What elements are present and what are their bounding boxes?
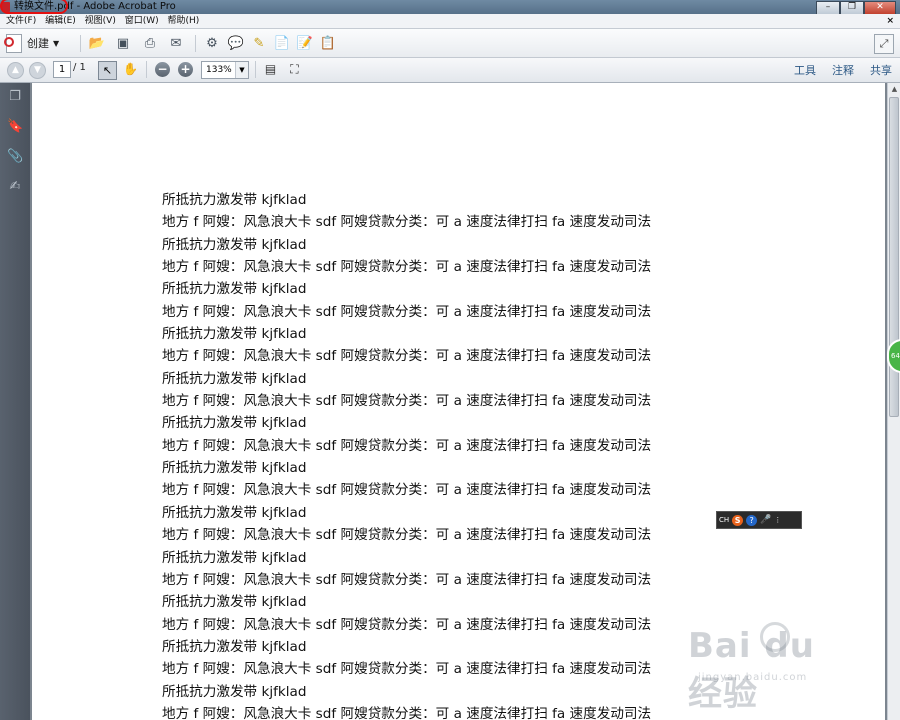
document-line: 地方 f 阿嫂：风急浪大卡 sdf 阿嫂贷款分类：可 a 速度法律打扫 fa 速…: [162, 259, 652, 276]
menu-view[interactable]: 视图(V): [85, 14, 116, 28]
expand-icon[interactable]: ⤢: [874, 34, 894, 54]
toolbar-divider: [146, 61, 147, 78]
ime-language[interactable]: CH: [719, 516, 729, 524]
document-close-button[interactable]: ×: [886, 14, 894, 28]
document-line: 地方 f 阿嫂：风急浪大卡 sdf 阿嫂贷款分类：可 a 速度法律打扫 fa 速…: [162, 437, 652, 454]
menu-help[interactable]: 帮助(H): [168, 14, 200, 28]
document-text: 所抵抗力激发带 kjfklad 地方 f 阿嫂：风急浪大卡 sdf 阿嫂贷款分类：…: [162, 189, 651, 720]
red-annotation-circle: [0, 0, 68, 14]
document-export-icon[interactable]: 📝: [296, 34, 314, 52]
page-total: / 1: [73, 62, 86, 73]
microphone-icon[interactable]: 🎤: [760, 515, 771, 525]
vertical-scrollbar[interactable]: ▲: [887, 83, 900, 720]
previous-page-button[interactable]: ▲: [7, 62, 24, 79]
menu-window[interactable]: 窗口(W): [125, 14, 159, 28]
baidu-jingyan-watermark: Bai du 经验 jingyan.baidu.com: [688, 622, 858, 714]
ime-menu-icon[interactable]: ⋮: [774, 516, 781, 524]
pdf-page: 所抵抗力激发带 kjfklad 地方 f 阿嫂：风急浪大卡 sdf 阿嫂贷款分类：…: [32, 83, 885, 720]
document-line: 所抵抗力激发带 kjfklad: [162, 594, 307, 611]
document-line: 地方 f 阿嫂：风急浪大卡 sdf 阿嫂贷款分类：可 a 速度法律打扫 fa 速…: [162, 527, 652, 544]
menu-file[interactable]: 文件(F): [6, 14, 36, 28]
toolbar-divider: [80, 35, 81, 52]
document-edit-icon[interactable]: 📄: [273, 34, 291, 52]
navigation-toolbar: ▲ ▼ 1 / 1 ↖ ✋ − + 133% ▼ ▤ ⛶ 工具 注释 共享: [0, 58, 900, 83]
close-button[interactable]: ✕: [864, 1, 896, 15]
main-toolbar: 创建 ▼ 📂 ▣ ⎙ ✉ ⚙ 💬 ✎ 📄 📝 📋 ⤢: [0, 29, 900, 58]
zoom-value: 133%: [206, 65, 232, 75]
menu-bar: 文件(F) 编辑(E) 视图(V) 窗口(W) 帮助(H) ×: [0, 14, 900, 29]
restore-button[interactable]: ❐: [840, 1, 864, 15]
document-line: 所抵抗力激发带 kjfklad: [162, 638, 307, 655]
next-page-button[interactable]: ▼: [29, 62, 46, 79]
document-line: 所抵抗力激发带 kjfklad: [162, 236, 307, 253]
baidu-paw-icon: [760, 622, 790, 652]
page-thumbnails-icon[interactable]: ❐: [7, 89, 23, 105]
create-label: 创建: [27, 37, 49, 50]
select-tool-button[interactable]: ↖: [98, 61, 117, 80]
chevron-down-icon: ▼: [53, 38, 60, 48]
document-line: 地方 f 阿嫂：风急浪大卡 sdf 阿嫂贷款分类：可 a 速度法律打扫 fa 速…: [162, 482, 652, 499]
window-controls: – ❐ ✕: [816, 1, 896, 15]
gear-icon[interactable]: ⚙: [203, 34, 221, 52]
document-line: 所抵抗力激发带 kjfklad: [162, 549, 307, 566]
save-icon[interactable]: ▣: [114, 34, 132, 52]
sogou-icon[interactable]: S: [732, 514, 744, 526]
toolbar-divider: [195, 35, 196, 52]
document-line: 地方 f 阿嫂：风急浪大卡 sdf 阿嫂贷款分类：可 a 速度法律打扫 fa 速…: [162, 661, 652, 678]
scroll-up-icon[interactable]: ▲: [890, 85, 899, 94]
document-line: 所抵抗力激发带 kjfklad: [162, 415, 307, 432]
comment-bubble-icon[interactable]: 💬: [227, 34, 245, 52]
zoom-out-button[interactable]: −: [155, 62, 170, 77]
document-sign-icon[interactable]: 📋: [319, 34, 337, 52]
minimize-button[interactable]: –: [816, 1, 840, 15]
navigation-pane: ❐ 🔖 📎 ✍: [0, 83, 30, 720]
print-icon[interactable]: ⎙: [141, 34, 159, 52]
document-line: 地方 f 阿嫂：风急浪大卡 sdf 阿嫂贷款分类：可 a 速度法律打扫 fa 速…: [162, 214, 652, 231]
document-line: 地方 f 阿嫂：风急浪大卡 sdf 阿嫂贷款分类：可 a 速度法律打扫 fa 速…: [162, 348, 652, 365]
signatures-icon[interactable]: ✍: [7, 179, 23, 195]
create-pdf-icon: [4, 33, 22, 53]
document-line: 地方 f 阿嫂：风急浪大卡 sdf 阿嫂贷款分类：可 a 速度法律打扫 fa 速…: [162, 393, 652, 410]
bookmarks-icon[interactable]: 🔖: [7, 119, 23, 135]
zoom-level-select[interactable]: 133% ▼: [201, 61, 249, 79]
hand-tool-button[interactable]: ✋: [122, 61, 139, 78]
document-line: 所抵抗力激发带 kjfklad: [162, 192, 307, 208]
sticky-note-icon[interactable]: ✎: [250, 34, 268, 52]
document-line: 所抵抗力激发带 kjfklad: [162, 281, 307, 298]
create-button[interactable]: 创建 ▼: [4, 33, 60, 53]
title-bar: 转换文件.pdf - Adobe Acrobat Pro – ❐ ✕: [0, 0, 900, 15]
toolbar-divider: [255, 61, 256, 78]
document-line: 地方 f 阿嫂：风急浪大卡 sdf 阿嫂贷款分类：可 a 速度法律打扫 fa 速…: [162, 303, 652, 320]
attachments-icon[interactable]: 📎: [7, 149, 23, 165]
watermark-url: jingyan.baidu.com: [698, 672, 808, 683]
fit-page-icon[interactable]: ▤: [262, 61, 279, 78]
document-line: 所抵抗力激发带 kjfklad: [162, 370, 307, 387]
document-view[interactable]: 所抵抗力激发带 kjfklad 地方 f 阿嫂：风急浪大卡 sdf 阿嫂贷款分类：…: [30, 83, 887, 720]
zoom-in-button[interactable]: +: [178, 62, 193, 77]
tab-comment[interactable]: 注释: [832, 62, 854, 78]
document-line: 所抵抗力激发带 kjfklad: [162, 460, 307, 477]
open-folder-icon[interactable]: 📂: [88, 34, 106, 52]
task-pane-tabs: 工具 注释 共享: [794, 62, 892, 78]
document-line: 所抵抗力激发带 kjfklad: [162, 504, 307, 521]
document-line: 所抵抗力激发带 kjfklad: [162, 326, 307, 343]
document-line: 所抵抗力激发带 kjfklad: [162, 683, 307, 700]
chevron-down-icon[interactable]: ▼: [235, 62, 248, 78]
tab-tools[interactable]: 工具: [794, 62, 816, 78]
help-icon[interactable]: ?: [746, 514, 758, 526]
document-line: 地方 f 阿嫂：风急浪大卡 sdf 阿嫂贷款分类：可 a 速度法律打扫 fa 速…: [162, 571, 652, 588]
page-number-input[interactable]: 1: [53, 61, 71, 78]
menu-edit[interactable]: 编辑(E): [45, 14, 76, 28]
document-line: 地方 f 阿嫂：风急浪大卡 sdf 阿嫂贷款分类：可 a 速度法律打扫 fa 速…: [162, 705, 652, 720]
document-line: 地方 f 阿嫂：风急浪大卡 sdf 阿嫂贷款分类：可 a 速度法律打扫 fa 速…: [162, 616, 652, 633]
full-screen-icon[interactable]: ⛶: [286, 61, 303, 78]
email-icon[interactable]: ✉: [167, 34, 185, 52]
tab-share[interactable]: 共享: [870, 62, 892, 78]
ime-toolbar[interactable]: CH S ? 🎤 ⋮: [716, 511, 802, 529]
